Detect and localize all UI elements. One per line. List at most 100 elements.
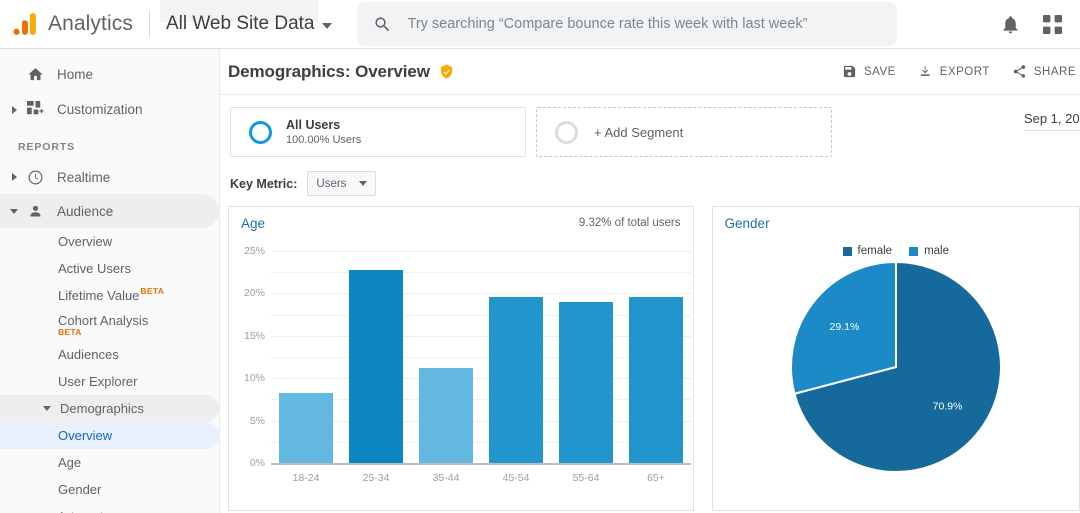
- segment-ring-icon: [249, 120, 272, 144]
- x-axis-baseline: [271, 463, 691, 465]
- age-bar-chart: 0% 5% 10% 15% 20% 25% 18-24 25-34 35-44 45-54 55-6…: [229, 237, 693, 512]
- y-axis-tick: 20%: [243, 287, 265, 300]
- gender-legend: female male: [713, 245, 1079, 257]
- y-axis-tick: 15%: [243, 329, 265, 342]
- gridline: [271, 272, 691, 274]
- age-panel: Age 9.32% of total users 0% 5% 10% 15% 20% 25…: [228, 206, 694, 511]
- segment-bar: All Users 100.00% Users + Add Segment Se…: [220, 95, 1080, 157]
- chevron-right-icon: [6, 105, 22, 114]
- legend-item[interactable]: female: [842, 245, 893, 257]
- brand-name: Analytics: [48, 12, 133, 35]
- age-panel-note: 9.32% of total users: [578, 217, 681, 229]
- date-range-label: Sep 1, 2021 -: [1023, 111, 1080, 131]
- gender-panel-title[interactable]: Gender: [713, 207, 1079, 231]
- page-title: Demographics: Overview: [228, 61, 430, 81]
- verified-shield-icon: [439, 64, 454, 79]
- legend-swatch: [842, 246, 852, 256]
- brand-divider: [148, 10, 150, 38]
- sidebar-subitem-label: Active Users: [58, 261, 131, 276]
- sidebar-item-audience[interactable]: Audience: [0, 194, 219, 228]
- sidebar-subitem-label: User Explorer: [58, 374, 138, 389]
- sidebar-group-demographics[interactable]: Demographics: [0, 395, 219, 422]
- legend-swatch: [909, 246, 919, 256]
- save-label: SAVE: [863, 65, 896, 78]
- share-label: SHARE: [1033, 65, 1076, 78]
- segment-all-users[interactable]: All Users 100.00% Users: [230, 107, 526, 157]
- sidebar-subitem-active-users[interactable]: Active Users: [0, 255, 219, 282]
- key-metric-select[interactable]: Users: [307, 171, 377, 196]
- sidebar-subitem-overview[interactable]: Overview: [0, 228, 219, 255]
- bar[interactable]: [558, 301, 614, 463]
- sidebar-subitem-label: Lifetime Value: [58, 288, 140, 303]
- x-axis-tick: 25-34: [362, 472, 390, 484]
- customization-icon: [22, 101, 48, 118]
- segment-sub: 100.00% Users: [286, 133, 362, 146]
- sidebar-group-interests[interactable]: Interests: [0, 503, 219, 513]
- save-icon: [843, 65, 856, 78]
- bell-icon[interactable]: [1000, 14, 1021, 35]
- y-axis-tick: 5%: [249, 414, 265, 427]
- add-segment-label: + Add Segment: [594, 124, 684, 140]
- sidebar-subitem-demographics-gender[interactable]: Gender: [0, 476, 219, 503]
- top-bar: Analytics All Web Site Data: [0, 0, 1080, 49]
- analytics-logo-icon[interactable]: [12, 11, 38, 37]
- bar[interactable]: [488, 296, 544, 463]
- sidebar-subitem-audiences[interactable]: Audiences: [0, 341, 219, 368]
- sidebar-item-label: Realtime: [57, 169, 111, 185]
- bar[interactable]: [628, 296, 684, 463]
- legend-label: female: [857, 245, 893, 257]
- sidebar-subitem-demographics-age[interactable]: Age: [0, 449, 219, 476]
- pie-slice-label: 29.1%: [829, 321, 859, 333]
- date-range-picker[interactable]: Sep 1, 2021 -: [1023, 95, 1080, 131]
- chevron-down-icon: [321, 23, 332, 29]
- sidebar-section-reports: REPORTS: [18, 141, 76, 153]
- sidebar-subitem-label: Age: [58, 455, 82, 470]
- panels-row: Age 9.32% of total users 0% 5% 10% 15% 20% 25…: [220, 196, 1080, 511]
- save-button[interactable]: SAVE: [842, 64, 896, 79]
- share-button[interactable]: SHARE: [1012, 64, 1076, 79]
- property-name: All Web Site Data: [165, 13, 315, 34]
- apps-grid-icon[interactable]: [1043, 14, 1062, 34]
- sidebar-item-home[interactable]: Home: [0, 57, 219, 92]
- key-metric-bar: Key Metric: Users: [220, 157, 1080, 196]
- legend-item[interactable]: male: [909, 245, 949, 257]
- gender-pie-chart: 70.9% 29.1%: [713, 262, 1079, 472]
- key-metric-label: Key Metric:: [230, 176, 298, 191]
- sidebar-group-label: Demographics: [60, 401, 144, 416]
- page-actions: SAVE EXPORT SHARE: [842, 64, 1080, 79]
- share-icon: [1013, 65, 1025, 78]
- person-icon: [22, 203, 48, 220]
- add-segment-button[interactable]: + Add Segment: [536, 107, 832, 157]
- chevron-down-icon: [40, 406, 54, 411]
- bar[interactable]: [418, 368, 474, 463]
- main-content: Demographics: Overview SAVE EXPORT SHARE…: [220, 49, 1080, 513]
- search-input[interactable]: [405, 15, 881, 33]
- y-axis-tick: 10%: [243, 372, 265, 385]
- pie-slice-label: 70.9%: [932, 401, 962, 413]
- sidebar-subitem-cohort-analysis[interactable]: Cohort Analysis BETA: [0, 309, 219, 341]
- pie-svg: 70.9% 29.1%: [790, 262, 1001, 472]
- chevron-right-icon: [6, 173, 22, 181]
- search-icon: [374, 16, 389, 31]
- property-selector[interactable]: All Web Site Data: [159, 0, 344, 49]
- sidebar-subitem-lifetime-value[interactable]: Lifetime Value BETA: [0, 282, 219, 309]
- bar[interactable]: [278, 392, 334, 463]
- search-bar[interactable]: [356, 2, 897, 46]
- sidebar-item-customization[interactable]: Customization: [0, 92, 219, 127]
- home-icon: [22, 66, 48, 83]
- sidebar-item-label: Audience: [57, 203, 114, 219]
- export-button[interactable]: EXPORT: [918, 64, 990, 79]
- sidebar-subitem-user-explorer[interactable]: User Explorer: [0, 368, 219, 395]
- export-icon: [920, 65, 930, 76]
- sidebar-item-realtime[interactable]: Realtime: [0, 160, 219, 194]
- sidebar-group-label: Interests: [60, 509, 110, 513]
- sidebar: Home Customization REPORTS Realtime Audi…: [0, 49, 220, 513]
- bar[interactable]: [348, 269, 404, 463]
- chevron-down-icon: [6, 208, 22, 214]
- sidebar-subitem-label: Gender: [58, 482, 102, 497]
- x-axis-tick: 45-54: [502, 472, 530, 484]
- x-axis-tick: 35-44: [432, 472, 460, 484]
- beta-badge: BETA: [58, 327, 82, 337]
- beta-badge: BETA: [140, 285, 165, 296]
- sidebar-subitem-demographics-overview[interactable]: Overview: [0, 422, 219, 449]
